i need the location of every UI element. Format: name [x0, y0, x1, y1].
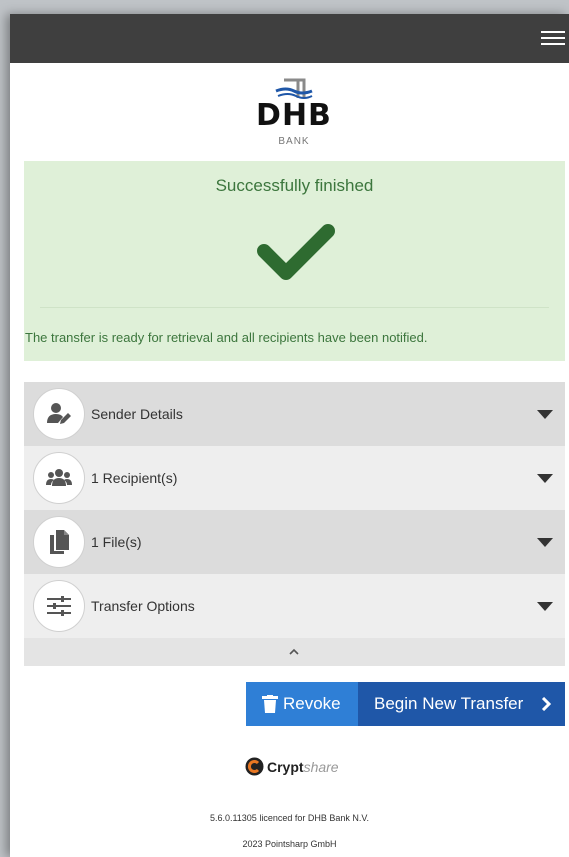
caret-down-icon — [537, 410, 553, 419]
files-icon — [33, 516, 85, 568]
accordion-sender-details[interactable]: Sender Details — [24, 382, 565, 446]
caret-down-icon — [537, 474, 553, 483]
chevron-right-icon — [541, 697, 551, 711]
logo-subtext: BANK — [278, 136, 310, 147]
cryptshare-mark-icon — [245, 757, 264, 776]
accordion-files[interactable]: 1 File(s) — [24, 510, 565, 574]
success-message: The transfer is ready for retrieval and … — [25, 330, 428, 345]
begin-new-transfer-label: Begin New Transfer — [374, 694, 524, 713]
accordion-label: 1 File(s) — [91, 534, 142, 550]
success-divider — [40, 307, 549, 308]
accordion-label: 1 Recipient(s) — [91, 470, 178, 486]
checkmark-icon — [257, 224, 335, 280]
cryptshare-logo: Cryptshare — [245, 757, 365, 779]
revoke-button[interactable]: Revoke — [246, 682, 358, 726]
top-bar — [10, 14, 569, 63]
cryptshare-brand: Cryptshare — [267, 759, 339, 775]
revoke-label: Revoke — [283, 694, 341, 713]
trash-icon — [262, 695, 278, 713]
accordion-recipients[interactable]: 1 Recipient(s) — [24, 446, 565, 510]
bank-logo: DHB BANK — [254, 76, 334, 154]
sliders-icon — [33, 580, 85, 632]
users-icon — [33, 452, 85, 504]
transfer-accordion: Sender Details 1 Recipient(s) 1 File(s) … — [24, 382, 565, 666]
begin-new-transfer-button[interactable]: Begin New Transfer — [358, 682, 565, 726]
hamburger-icon[interactable] — [541, 28, 565, 48]
success-title: Successfully finished — [215, 176, 374, 195]
user-edit-icon — [33, 388, 85, 440]
caret-down-icon — [537, 602, 553, 611]
collapse-all-bar[interactable] — [24, 638, 565, 666]
accordion-label: Sender Details — [91, 406, 183, 422]
app-window: DHB BANK Successfully finished The trans… — [10, 14, 569, 857]
copyright-text: 2023 Pointsharp GmbH — [242, 839, 337, 849]
chevron-up-icon — [289, 648, 299, 655]
version-text: 5.6.0.11305 licenced for DHB Bank N.V. — [209, 813, 370, 823]
logo-text: DHB — [256, 98, 332, 133]
accordion-transfer-options[interactable]: Transfer Options — [24, 574, 565, 638]
accordion-label: Transfer Options — [91, 598, 195, 614]
success-panel: Successfully finished The transfer is re… — [24, 161, 565, 361]
caret-down-icon — [537, 538, 553, 547]
